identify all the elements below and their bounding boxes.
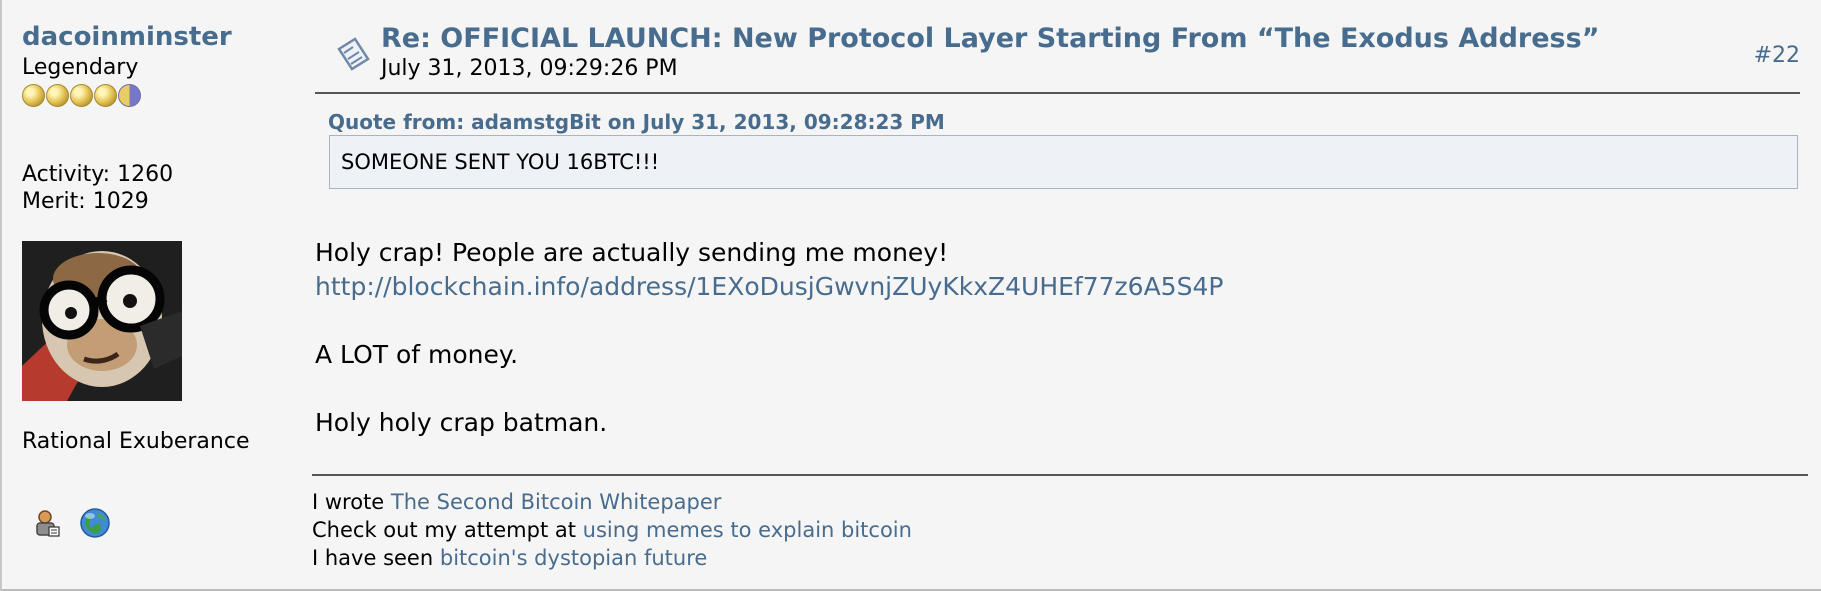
post-subject-icon bbox=[337, 37, 370, 71]
activity-label: Activity: bbox=[22, 162, 111, 187]
quote-box: SOMEONE SENT YOU 16BTC!!! bbox=[329, 135, 1798, 189]
poster-stats: Activity: 1260 Merit: 1029 bbox=[22, 161, 173, 215]
dystopian-future-link[interactable]: bitcoin's dystopian future bbox=[440, 546, 707, 570]
monkey-avatar-image bbox=[22, 241, 182, 401]
rank-stars bbox=[22, 84, 282, 107]
signature-text: I have seen bbox=[312, 546, 434, 570]
post-header: Re: OFFICIAL LAUNCH: New Protocol Layer … bbox=[315, 12, 1800, 94]
poster-name[interactable]: dacoinminster bbox=[22, 20, 282, 54]
rank-star-half-icon bbox=[118, 84, 141, 107]
post-body-line: Holy crap! People are actually sending m… bbox=[315, 238, 949, 267]
merit-value: 1029 bbox=[92, 189, 149, 214]
avatar bbox=[22, 241, 182, 401]
quote-text: SOMEONE SENT YOU 16BTC!!! bbox=[341, 150, 660, 174]
quote-header[interactable]: Quote from: adamstgBit on July 31, 2013,… bbox=[328, 110, 945, 134]
blockchain-address-link[interactable]: http://blockchain.info/address/1EXoDusjG… bbox=[315, 272, 1223, 301]
post-body: Holy crap! People are actually sending m… bbox=[315, 236, 1223, 440]
merit-label: Merit: bbox=[22, 189, 86, 214]
website-globe-icon[interactable] bbox=[79, 507, 111, 539]
poster-rank: Legendary bbox=[22, 55, 139, 80]
signature: I wrote The Second Bitcoin Whitepaper Ch… bbox=[312, 488, 912, 572]
profile-icon[interactable] bbox=[31, 507, 63, 539]
post-body-line: A LOT of money. bbox=[315, 340, 519, 369]
activity-row: Activity: 1260 bbox=[22, 161, 173, 188]
post-subject-link[interactable]: Re: OFFICIAL LAUNCH: New Protocol Layer … bbox=[381, 22, 1599, 56]
merit-row: Merit: 1029 bbox=[22, 188, 173, 215]
profile-icons bbox=[31, 507, 111, 539]
rank-star-icon bbox=[46, 84, 69, 107]
signature-line: I wrote The Second Bitcoin Whitepaper bbox=[312, 488, 912, 516]
signature-text: I wrote bbox=[312, 490, 385, 514]
post-date: July 31, 2013, 09:29:26 PM bbox=[381, 56, 678, 81]
post-number-link[interactable]: #22 bbox=[1754, 43, 1800, 68]
signature-text: Check out my attempt at bbox=[312, 518, 576, 542]
post-body-line: Holy holy crap batman. bbox=[315, 408, 608, 437]
signature-line: Check out my attempt at using memes to e… bbox=[312, 516, 912, 544]
signature-separator bbox=[312, 474, 1808, 476]
second-bitcoin-whitepaper-link[interactable]: The Second Bitcoin Whitepaper bbox=[391, 490, 722, 514]
rank-star-icon bbox=[22, 84, 45, 107]
custom-title: Rational Exuberance bbox=[22, 429, 250, 454]
memes-explain-bitcoin-link[interactable]: using memes to explain bitcoin bbox=[583, 518, 912, 542]
rank-star-icon bbox=[94, 84, 117, 107]
signature-line: I have seen bitcoin's dystopian future bbox=[312, 544, 912, 572]
previous-content-cut: ________________________________________… bbox=[0, 0, 1821, 6]
rank-star-icon bbox=[70, 84, 93, 107]
activity-value: 1260 bbox=[117, 162, 174, 187]
poster-info: dacoinminster Legendary bbox=[22, 20, 282, 107]
